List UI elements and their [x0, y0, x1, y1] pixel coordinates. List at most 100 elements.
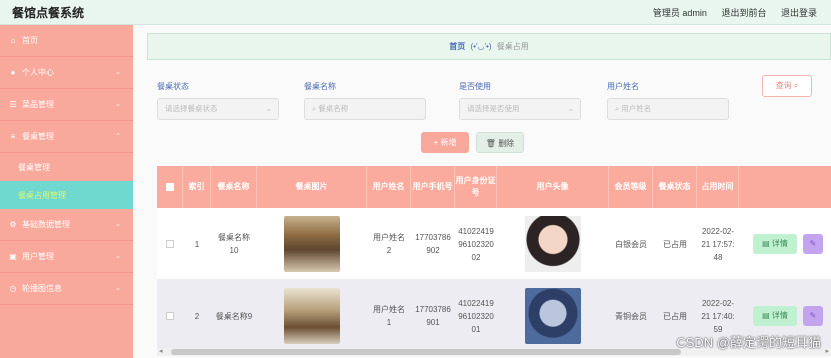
cell-id-card: 410224199610232002	[458, 226, 494, 262]
edit-button[interactable]: ✎	[803, 306, 823, 326]
top-bar: 餐馆点餐系统 管理员 admin 退出到前台 退出登录	[0, 0, 831, 25]
delete-button[interactable]: 🗑 删除	[476, 132, 524, 153]
row-checkbox-cell	[157, 208, 183, 280]
header-table-name[interactable]: 餐桌名称	[211, 166, 257, 208]
chevron-down-icon: ⌄	[115, 285, 121, 292]
sidebar-item-tables[interactable]: ≡ 餐桌管理 ⌃	[0, 121, 133, 153]
breadcrumb: 首页 (•'◡'•) 餐桌占用	[147, 33, 831, 60]
cell-level: 青铜会员	[615, 311, 647, 321]
avatar	[525, 288, 581, 344]
search-button[interactable]: 查询 ⌕	[762, 75, 812, 97]
is-used-select[interactable]: 请选择是否使用 ⌄	[459, 98, 581, 120]
cell-table-image	[257, 280, 367, 352]
avatar	[525, 216, 581, 272]
filter-status: 餐桌状态 请选择餐桌状态 ⌄	[157, 81, 279, 120]
input-placeholder: 用户姓名	[621, 104, 652, 113]
search-button-label: 查询	[775, 81, 792, 90]
add-button[interactable]: + 新增	[421, 132, 469, 153]
table-row: 1 餐桌名称10 用户姓名2 17703786902 4102241996102…	[157, 208, 831, 280]
sidebar-item-label: 首页	[22, 36, 38, 45]
input-placeholder: 餐桌名称	[318, 104, 349, 113]
detail-button[interactable]: ▤ 详情	[753, 306, 797, 326]
cell-index: 1	[194, 239, 200, 249]
chevron-up-icon: ⌃	[115, 133, 121, 140]
sidebar-item-profile[interactable]: ● 个人中心 ⌄	[0, 57, 133, 89]
logout-link[interactable]: 退出登录	[781, 8, 817, 18]
chevron-down-icon: ⌄	[115, 253, 121, 260]
gear-icon: ⚙	[9, 220, 17, 229]
header-avatar[interactable]: 用户头像	[497, 166, 609, 208]
detail-label: 详情	[771, 239, 788, 248]
sidebar: ⌂ 首页 ● 个人中心 ⌄ ☰ 菜品管理 ⌄ ≡ 餐桌管理 ⌃ 餐桌管理 餐桌占…	[0, 25, 133, 358]
breadcrumb-current: 餐桌占用	[496, 42, 529, 51]
select-placeholder: 请选择是否使用	[467, 104, 520, 113]
header-actions	[739, 166, 831, 208]
row-checkbox[interactable]	[166, 312, 174, 320]
cell-table-name: 餐桌名称9	[215, 311, 253, 321]
header-level[interactable]: 会员等级	[609, 166, 653, 208]
admin-user-label: 管理员 admin	[652, 8, 707, 18]
table-header: 索引 餐桌名称 餐桌图片 用户姓名 用户手机号 用户身份证号 用户头像 会员等级…	[157, 166, 831, 208]
cell-table-name: 餐桌名称10	[218, 233, 250, 255]
scroll-right-icon[interactable]: ▸	[825, 347, 829, 355]
select-all-checkbox[interactable]	[165, 183, 174, 191]
header-id-card[interactable]: 用户身份证号	[455, 166, 497, 208]
sidebar-subitem-table-manage[interactable]: 餐桌管理	[0, 153, 133, 181]
watermark: CSDN @薛定谔的短耳猫	[676, 335, 821, 350]
sidebar-item-carousel[interactable]: ◷ 轮播图信息 ⌄	[0, 273, 133, 305]
table-image	[284, 288, 340, 344]
app-title: 餐馆点餐系统	[12, 6, 85, 20]
cell-id-card: 410224199610232001	[458, 298, 494, 334]
data-table: 索引 餐桌名称 餐桌图片 用户姓名 用户手机号 用户身份证号 用户头像 会员等级…	[157, 166, 831, 352]
edit-button[interactable]: ✎	[803, 234, 823, 254]
sidebar-item-label: 餐桌管理	[22, 132, 54, 141]
scrollbar-thumb[interactable]	[171, 349, 681, 355]
table-image	[284, 216, 340, 272]
header-table-image[interactable]: 餐桌图片	[257, 166, 367, 208]
scroll-left-icon[interactable]: ◂	[159, 347, 163, 355]
header-status[interactable]: 餐桌状态	[653, 166, 697, 208]
cell-avatar	[497, 208, 609, 280]
sidebar-item-label: 基础数据管理	[22, 220, 70, 229]
cell-phone: 17703786902	[415, 233, 451, 255]
edit-icon: ✎	[809, 239, 817, 248]
sidebar-item-basic-data[interactable]: ⚙ 基础数据管理 ⌄	[0, 209, 133, 241]
row-checkbox-cell	[157, 280, 183, 352]
search-icon: ⌕	[793, 81, 799, 90]
cell-avatar	[497, 280, 609, 352]
header-time[interactable]: 占用时间	[697, 166, 739, 208]
cell-level: 白银会员	[615, 239, 647, 249]
clock-icon: ◷	[9, 284, 17, 293]
filter-label: 餐桌状态	[157, 82, 189, 91]
detail-label: 详情	[771, 311, 788, 320]
delete-label: 删除	[498, 139, 515, 148]
sidebar-subitem-table-occupy[interactable]: 餐桌占用管理	[0, 181, 133, 209]
sidebar-item-label: 菜品管理	[22, 100, 54, 109]
table-status-select[interactable]: 请选择餐桌状态 ⌄	[157, 98, 279, 120]
home-icon: ⌂	[10, 36, 16, 45]
cell-time: 2022-02-21 17:57:48	[701, 226, 735, 262]
sidebar-item-users[interactable]: ▣ 用户管理 ⌄	[0, 241, 133, 273]
sliders-icon: ☰	[9, 100, 17, 109]
chevron-down-icon: ⌄	[115, 221, 121, 228]
detail-button[interactable]: ▤ 详情	[753, 234, 797, 254]
trash-icon: 🗑	[485, 139, 499, 148]
filter-name: 餐桌名称 ⌕ 餐桌名称	[304, 81, 426, 120]
chevron-down-icon: ⌄	[567, 104, 574, 113]
header-index[interactable]: 索引	[183, 166, 211, 208]
document-icon: ▤	[762, 239, 772, 248]
front-link[interactable]: 退出到前台	[721, 8, 766, 18]
row-checkbox[interactable]	[166, 240, 174, 248]
filter-label: 是否使用	[459, 82, 491, 91]
header-phone[interactable]: 用户手机号	[411, 166, 455, 208]
chevron-down-icon: ⌄	[115, 69, 121, 76]
table-name-input[interactable]: ⌕ 餐桌名称	[304, 98, 426, 120]
header-checkbox-cell	[157, 166, 183, 208]
header-user-name[interactable]: 用户姓名	[367, 166, 411, 208]
sidebar-item-home[interactable]: ⌂ 首页	[0, 25, 133, 57]
sidebar-item-dishes[interactable]: ☰ 菜品管理 ⌄	[0, 89, 133, 121]
cell-phone: 17703786901	[415, 305, 451, 327]
breadcrumb-home[interactable]: 首页	[449, 42, 465, 51]
user-icon: ●	[10, 68, 16, 77]
user-name-input[interactable]: ⌕ 用户姓名	[607, 98, 729, 120]
